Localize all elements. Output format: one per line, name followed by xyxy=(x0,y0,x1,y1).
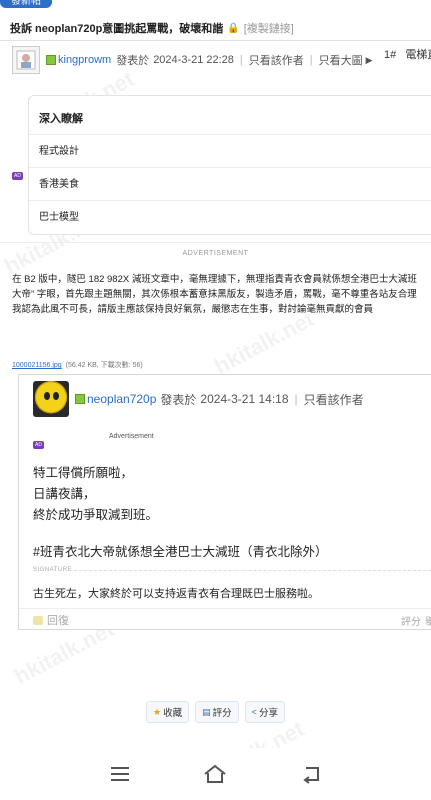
quoted-line: 特工得償所願啦， xyxy=(33,466,134,480)
signature-divider xyxy=(69,570,431,571)
back-button[interactable] xyxy=(297,760,325,788)
reply-label: 回復 xyxy=(47,615,69,627)
quoted-username: neoplan720p xyxy=(87,392,157,406)
home-button[interactable] xyxy=(201,760,229,788)
separator: | xyxy=(309,54,313,66)
back-icon xyxy=(303,767,319,784)
posted-label: 發表於 xyxy=(116,55,150,67)
new-thread-button[interactable]: 發新帖 xyxy=(0,0,52,8)
post-username[interactable]: kingprowm xyxy=(58,54,111,66)
separator: | xyxy=(294,392,298,406)
only-author-link[interactable]: 只看該作者 xyxy=(249,52,304,68)
system-nav-bar xyxy=(0,748,431,800)
avatar[interactable] xyxy=(12,46,40,74)
quoted-post-header: neoplan720p 發表於 2024-3-21 14:18 | 只看該作者 xyxy=(33,381,364,417)
quoted-datetime: 2024-3-21 14:18 xyxy=(200,392,289,406)
divider xyxy=(0,40,431,41)
post-body-line: 大帝” 字眼，首先跟主題無關，其次係根本蓄意抹黑版友，製造矛盾，罵戰，毫不尊重各… xyxy=(12,289,417,300)
related-topic-item[interactable]: 香港美食 xyxy=(29,167,431,200)
menu-icon xyxy=(111,767,129,781)
copy-link-button[interactable]: [複製鏈接] xyxy=(244,20,294,36)
reply-icon xyxy=(33,615,43,625)
post-body-line: 在 B2 版中，隧巴 182 982X 減班文章中，毫無理據下，無理指責青衣會員… xyxy=(12,274,417,285)
share-label: 分享 xyxy=(258,708,278,719)
view-large-image-link[interactable]: 只看大圖 xyxy=(319,52,363,68)
floor-indicator: 1# 電梯直達 xyxy=(384,46,431,62)
related-topics-title: 深入瞭解 xyxy=(39,113,83,125)
quoted-rate: 評分 xyxy=(401,617,421,628)
favorite-button[interactable]: ★ 收藏 xyxy=(146,701,190,723)
signature-text: 古生死左，大家終於可以支持返青衣有合理既巴士服務啦。 xyxy=(33,588,319,600)
divider xyxy=(19,608,431,609)
user-level-icon xyxy=(75,394,85,404)
thread-title-text: 投訴 neoplan720p意圖挑起罵戰，破壞和諧 xyxy=(10,23,224,35)
divider xyxy=(0,242,431,243)
related-topic-item[interactable]: 巴士模型 xyxy=(29,200,431,233)
menu-button[interactable] xyxy=(106,760,134,788)
related-topic-item[interactable]: 程式設計 xyxy=(29,134,431,167)
quoted-hashtag: #班青衣北大帝就係想全港巴士大減班（青衣北除外） xyxy=(33,545,328,559)
play-icon: ▶ xyxy=(365,54,373,65)
quoted-report: 舉報 xyxy=(425,617,431,628)
floor-jump-link[interactable]: 電梯直達 xyxy=(405,49,431,61)
attachment: 1000021156.jpg (56.42 KB, 下載次數: 56) xyxy=(12,360,143,370)
rate-button[interactable]: ▤ 評分 xyxy=(195,701,239,723)
quoted-reply: 回復 xyxy=(33,612,69,628)
separator: | xyxy=(239,54,243,66)
watermark: hkitalk.net xyxy=(210,305,319,380)
post-actions: ★ 收藏 ▤ 評分 < 分享 xyxy=(0,701,431,723)
signature-label: SIGNATURE xyxy=(33,567,73,573)
avatar-image-icon xyxy=(16,50,36,70)
quoted-only-author: 只看該作者 xyxy=(303,392,364,407)
quoted-post-image[interactable]: neoplan720p 發表於 2024-3-21 14:18 | 只看該作者 … xyxy=(18,374,431,630)
advertisement-label: ADVERTISEMENT xyxy=(182,250,249,257)
avatar xyxy=(33,381,69,417)
attachment-meta: (56.42 KB, 下載次數: 56) xyxy=(65,362,143,369)
user-level-icon xyxy=(46,55,56,65)
post-body: 在 B2 版中，隧巴 182 982X 減班文章中，毫無理據下，無理指責青衣會員… xyxy=(12,272,431,317)
posted-label: 發表於 xyxy=(160,392,197,407)
floor-number: 1# xyxy=(384,49,397,61)
advertisement-label: Advertisement xyxy=(109,433,154,440)
rate-label: 評分 xyxy=(212,708,232,719)
avatar-eye xyxy=(44,392,50,400)
post-header: kingprowm 發表於 2024-3-21 22:28 | 只看該作者 | … xyxy=(12,44,431,76)
related-topics-card: 深入瞭解 程式設計 香港美食 巴士模型 xyxy=(28,95,431,235)
favorite-label: 收藏 xyxy=(163,708,183,719)
thread-title: 投訴 neoplan720p意圖挑起罵戰，破壞和諧 🔒 [複製鏈接] xyxy=(10,20,294,36)
star-icon: ★ xyxy=(153,706,162,717)
share-icon: < xyxy=(251,707,257,717)
ad-badge[interactable]: AD xyxy=(12,172,23,180)
quoted-body: 特工得償所願啦， 日講夜講， 終於成功爭取減到班。 xyxy=(33,463,158,526)
attachment-link[interactable]: 1000021156.jpg xyxy=(12,362,62,369)
share-button[interactable]: < 分享 xyxy=(244,701,285,723)
quoted-line: 終於成功爭取減到班。 xyxy=(33,508,159,522)
home-icon xyxy=(204,764,226,783)
lock-icon: 🔒 xyxy=(227,22,240,34)
avatar-eye xyxy=(53,392,59,400)
ad-badge: AD xyxy=(33,441,44,449)
post-body-line: 我認為此風不可長，請版主應該保持良好氣氛，嚴懲志在生事，對討論毫無貢獻的會員 xyxy=(12,304,374,315)
calendar-icon: ▤ xyxy=(202,706,211,717)
post-datetime: 2024-3-21 22:28 xyxy=(153,54,234,66)
quoted-line: 日講夜講， xyxy=(33,487,96,501)
